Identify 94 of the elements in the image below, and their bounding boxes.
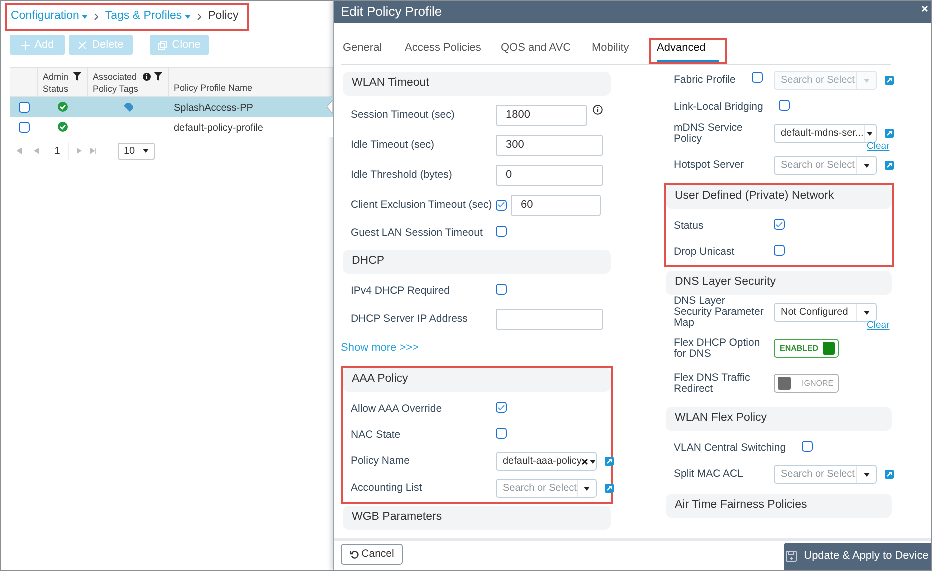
text-field[interactable]: 1800: [496, 104, 587, 126]
caret-icon: [864, 472, 870, 476]
checkbox[interactable]: [496, 284, 507, 295]
cancel-button[interactable]: Cancel: [341, 544, 403, 565]
select-field[interactable]: default-aaa-policy: [496, 452, 597, 471]
page-number: 1: [47, 142, 69, 160]
check-icon: [776, 222, 783, 228]
field-label: Fabric Profile: [674, 75, 737, 86]
breadcrumb-link[interactable]: Policy: [208, 8, 239, 26]
section-header: AAA Policy: [343, 368, 611, 392]
field-label: IPv4 DHCP Required: [351, 286, 452, 296]
field-label: Flex DNS Traffic Redirect: [674, 372, 752, 394]
chevron-icon: [94, 13, 100, 21]
caret-icon: [867, 132, 874, 136]
caret-icon: [864, 310, 870, 314]
edit-icon[interactable]: [605, 484, 614, 493]
toggle-switch[interactable]: ENABLED: [774, 339, 839, 358]
tab[interactable]: Mobility: [592, 40, 647, 62]
field-label: Session Timeout (sec): [351, 110, 456, 120]
caret-icon: [864, 164, 870, 168]
caret-icon: [584, 486, 590, 490]
field-label: Idle Timeout (sec): [351, 140, 436, 150]
column-header: Policy Profile Name: [174, 82, 253, 94]
field-label: Client Exclusion Timeout (sec): [351, 200, 494, 210]
close-icon[interactable]: [922, 6, 928, 12]
table-row[interactable]: SplashAccess-PP: [10, 97, 333, 117]
checkbox[interactable]: [774, 219, 785, 230]
tab[interactable]: QOS and AVC: [501, 40, 588, 62]
checkbox[interactable]: [496, 428, 507, 439]
section-header: Air Time Fairness Policies: [666, 494, 892, 518]
section-header: WLAN Timeout: [343, 72, 611, 96]
checkbox[interactable]: [18, 102, 30, 112]
field-label: Policy Name: [351, 456, 411, 467]
text-field[interactable]: [496, 308, 603, 330]
save-icon: [786, 551, 798, 562]
filter-icon[interactable]: [73, 72, 82, 81]
filter-icon[interactable]: [154, 72, 163, 81]
checkbox[interactable]: [496, 402, 507, 413]
caret-icon: [864, 78, 870, 82]
dialog-title: Edit Policy Profile: [341, 3, 442, 22]
edit-icon[interactable]: [885, 161, 894, 170]
select-field[interactable]: default-mdns-ser...: [774, 124, 877, 143]
edit-icon[interactable]: [885, 129, 894, 138]
edit-icon[interactable]: [605, 457, 614, 466]
page-size-select[interactable]: 10: [118, 142, 155, 160]
column-header: Associated Policy Tags: [93, 71, 140, 95]
copy-icon: [158, 40, 168, 50]
checkbox[interactable]: [496, 226, 507, 237]
field-label: Accounting List: [351, 483, 424, 494]
checkbox[interactable]: [779, 100, 790, 111]
text-field[interactable]: 60: [511, 194, 601, 216]
check-icon: [498, 202, 505, 208]
checkbox[interactable]: [774, 245, 785, 256]
text-field[interactable]: 300: [496, 134, 603, 156]
clear-icon[interactable]: [582, 458, 588, 464]
section-header: User Defined (Private) Network: [666, 185, 892, 209]
caret-icon: [143, 149, 149, 153]
checkbox[interactable]: [802, 441, 814, 452]
field-label: Idle Threshold (bytes): [351, 170, 454, 180]
tab[interactable]: Advanced: [657, 40, 719, 62]
column-header: Admin Status: [43, 71, 70, 95]
field-label: Hotspot Server: [674, 160, 746, 171]
field-label: Split MAC ACL: [674, 469, 744, 480]
apply-button[interactable]: Update & Apply to Device: [784, 543, 931, 570]
section-header: WGB Parameters: [343, 506, 611, 530]
checkbox[interactable]: [496, 200, 507, 210]
select-field[interactable]: Not Configured: [774, 303, 877, 322]
field-label: mDNS Service Policy: [674, 122, 744, 144]
field-label: Status: [674, 220, 705, 232]
caret-icon: [590, 460, 596, 464]
field-label: DNS Layer Security Parameter Map: [674, 296, 765, 329]
field-label: Link-Local Bridging: [674, 102, 764, 112]
field-label: NAC State: [351, 430, 402, 440]
field-label: VLAN Central Switching: [674, 442, 788, 454]
chevron-icon: [197, 13, 202, 21]
table-cell: SplashAccess-PP: [174, 103, 254, 114]
section-header: WLAN Flex Policy: [666, 407, 892, 431]
field-label: Allow AAA Override: [351, 404, 444, 414]
field-label: Flex DHCP Option for DNS: [674, 338, 762, 360]
tab[interactable]: Access Policies: [405, 40, 497, 62]
section-header: DHCP: [343, 250, 611, 274]
checkbox[interactable]: [18, 122, 30, 132]
table-cell: default-policy-profile: [174, 123, 264, 134]
field-label: DHCP Server IP Address: [351, 314, 469, 324]
x-icon: [78, 40, 88, 50]
undo-icon: [350, 550, 359, 559]
edit-icon[interactable]: [885, 470, 894, 479]
field-label: Drop Unicast: [674, 246, 736, 258]
plus-icon: [20, 40, 30, 50]
field-label: Guest LAN Session Timeout: [351, 228, 484, 238]
check-icon: [498, 404, 505, 410]
section-header: DNS Layer Security: [666, 271, 892, 295]
tab[interactable]: General: [343, 40, 401, 62]
text-field[interactable]: 0: [496, 164, 603, 186]
